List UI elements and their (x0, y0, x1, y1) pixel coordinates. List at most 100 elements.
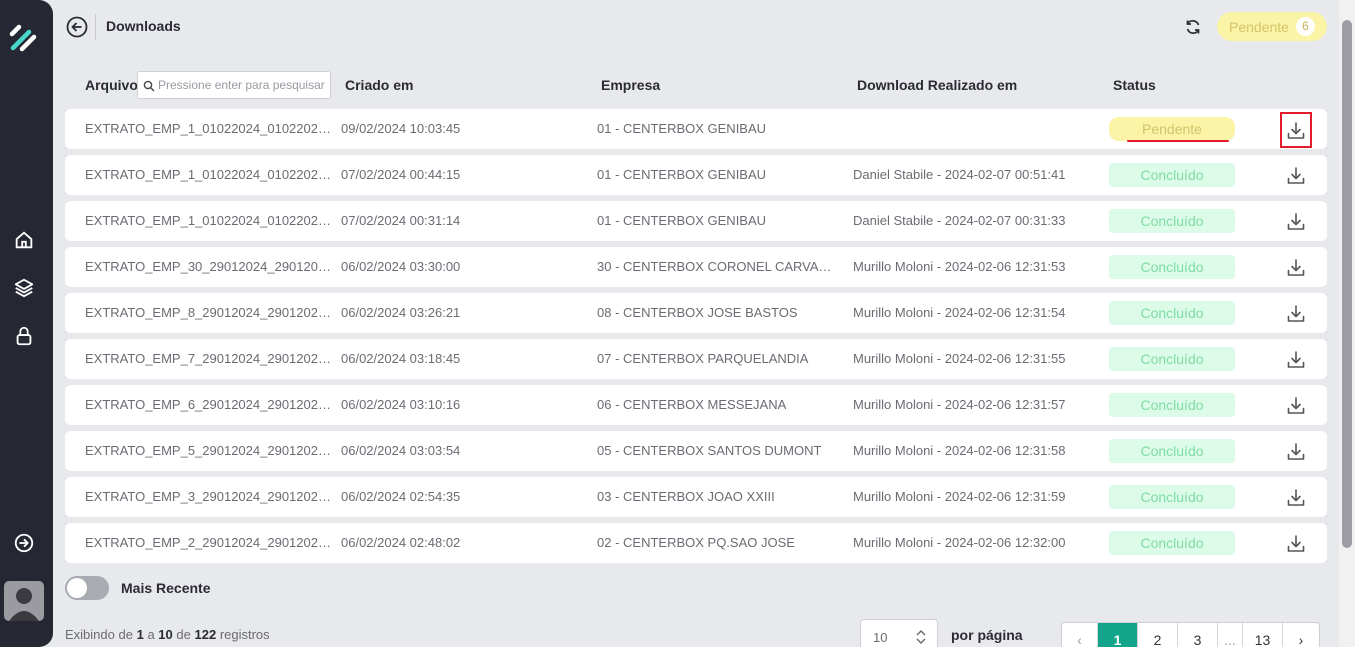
cell-company: 01 - CENTERBOX GENIBAU (597, 213, 767, 228)
cell-created: 06/02/2024 03:18:45 (341, 351, 461, 366)
most-recent-label: Mais Recente (121, 580, 211, 596)
logout-icon[interactable] (13, 532, 35, 554)
pending-count-badge: 6 (1296, 17, 1315, 36)
search-icon (143, 80, 155, 92)
page-button[interactable]: 2 (1138, 623, 1178, 647)
summary-of-word: de (176, 627, 191, 642)
cell-file: EXTRATO_EMP_6_29012024_29012024_PAGA... (85, 397, 333, 412)
download-button[interactable] (1281, 347, 1311, 377)
cell-file: EXTRATO_EMP_1_01022024_01022024_PAGA... (85, 167, 333, 182)
toggle-knob (67, 578, 87, 598)
cell-downloaded: Murillo Moloni - 2024-02-06 12:31:58 (853, 443, 1066, 458)
prev-page-chevron-left-icon[interactable]: ‹ (1062, 623, 1098, 647)
layers-icon[interactable] (13, 277, 35, 299)
cell-downloaded: Murillo Moloni - 2024-02-06 12:31:54 (853, 305, 1066, 320)
cell-created: 06/02/2024 03:03:54 (341, 443, 461, 458)
summary-to: 10 (158, 627, 173, 642)
cell-downloaded: Daniel Stabile - 2024-02-07 00:31:33 (853, 213, 1066, 228)
search-input[interactable] (158, 75, 328, 95)
status-badge: Concluído (1109, 531, 1235, 555)
summary-from: 1 (136, 627, 144, 642)
column-header-file[interactable]: Arquivo (85, 77, 138, 93)
download-button[interactable] (1280, 112, 1312, 148)
summary-prefix: Exibindo de (65, 627, 133, 642)
pending-filter-button[interactable]: Pendente 6 (1217, 12, 1327, 41)
download-button[interactable] (1281, 301, 1311, 331)
cell-created: 06/02/2024 02:54:35 (341, 489, 461, 504)
cell-created: 06/02/2024 02:48:02 (341, 535, 461, 550)
table-row[interactable]: EXTRATO_EMP_1_01022024_01022024_VENDAS 07… (65, 201, 1327, 241)
cell-company: 30 - CENTERBOX CORONEL CARVALHO (597, 259, 837, 274)
table-row[interactable]: EXTRATO_EMP_6_29012024_29012024_PAGA... 0… (65, 385, 1327, 425)
table-row[interactable]: EXTRATO_EMP_5_29012024_29012024_PAGA... 0… (65, 431, 1327, 471)
table-row[interactable]: EXTRATO_EMP_1_01022024_01022024_VENDAS 09… (65, 109, 1327, 149)
cell-company: 03 - CENTERBOX JOAO XXIII (597, 489, 775, 504)
table-row[interactable]: EXTRATO_EMP_2_29012024_29012024_PAGA... 0… (65, 523, 1327, 563)
back-arrow-icon[interactable] (66, 16, 88, 38)
top-bar: Downloads Pendente 6 (53, 0, 1339, 55)
page-ellipsis: ... (1218, 623, 1243, 647)
status-badge: Concluído (1109, 163, 1235, 187)
status-badge: Concluído (1109, 255, 1235, 279)
cell-file: EXTRATO_EMP_5_29012024_29012024_PAGA... (85, 443, 333, 458)
table-header: Arquivo Criado em Empresa Download Reali… (65, 68, 1327, 100)
cell-company: 02 - CENTERBOX PQ.SAO JOSE (597, 535, 795, 550)
next-page-chevron-right-icon[interactable]: › (1283, 623, 1319, 647)
cell-downloaded: Murillo Moloni - 2024-02-06 12:31:57 (853, 397, 1066, 412)
per-page-select[interactable]: 10 (860, 619, 938, 647)
cell-file: EXTRATO_EMP_8_29012024_29012024_PAGA... (85, 305, 333, 320)
app-logo[interactable] (7, 22, 39, 54)
column-header-downloaded[interactable]: Download Realizado em (857, 77, 1017, 93)
cell-company: 01 - CENTERBOX GENIBAU (597, 121, 767, 136)
download-button[interactable] (1281, 439, 1311, 469)
records-summary: Exibindo de 1 a 10 de 122 registros (65, 627, 270, 642)
home-icon[interactable] (13, 229, 35, 251)
cell-company: 08 - CENTERBOX JOSE BASTOS (597, 305, 798, 320)
download-button[interactable] (1281, 163, 1311, 193)
cell-created: 06/02/2024 03:10:16 (341, 397, 461, 412)
cell-created: 07/02/2024 00:44:15 (341, 167, 461, 182)
highlight-underline (1127, 140, 1229, 142)
search-box[interactable] (137, 71, 331, 99)
most-recent-toggle[interactable] (65, 576, 109, 600)
cell-file: EXTRATO_EMP_1_01022024_01022024_VENDAS (85, 121, 333, 136)
cell-created: 09/02/2024 10:03:45 (341, 121, 461, 136)
lock-icon[interactable] (13, 325, 35, 347)
sidebar (0, 0, 53, 647)
download-button[interactable] (1281, 531, 1311, 561)
download-button[interactable] (1281, 485, 1311, 515)
summary-to-word: a (147, 627, 155, 642)
cell-downloaded: Murillo Moloni - 2024-02-06 12:31:53 (853, 259, 1066, 274)
scrollbar-thumb[interactable] (1342, 20, 1352, 548)
scrollbar-track[interactable] (1339, 0, 1355, 647)
page-title: Downloads (106, 18, 181, 34)
avatar[interactable] (4, 581, 44, 621)
status-badge: Concluído (1109, 439, 1235, 463)
refresh-icon[interactable] (1184, 18, 1202, 36)
summary-total: 122 (194, 627, 217, 642)
cell-created: 07/02/2024 00:31:14 (341, 213, 461, 228)
table-row[interactable]: EXTRATO_EMP_1_01022024_01022024_PAGA... 0… (65, 155, 1327, 195)
summary-suffix: registros (219, 627, 270, 642)
cell-created: 06/02/2024 03:30:00 (341, 259, 461, 274)
cell-downloaded: Murillo Moloni - 2024-02-06 12:31:59 (853, 489, 1066, 504)
column-header-company[interactable]: Empresa (601, 77, 660, 93)
page-button[interactable]: 1 (1098, 623, 1138, 647)
table-row[interactable]: EXTRATO_EMP_8_29012024_29012024_PAGA... 0… (65, 293, 1327, 333)
column-header-created[interactable]: Criado em (345, 77, 413, 93)
table-row[interactable]: EXTRATO_EMP_30_29012024_29012024_PAG... 0… (65, 247, 1327, 287)
cell-downloaded: Daniel Stabile - 2024-02-07 00:51:41 (853, 167, 1066, 182)
download-button[interactable] (1281, 209, 1311, 239)
table-row[interactable]: EXTRATO_EMP_7_29012024_29012024_PAGA... 0… (65, 339, 1327, 379)
cell-company: 07 - CENTERBOX PARQUELANDIA (597, 351, 809, 366)
page-button[interactable]: 3 (1178, 623, 1218, 647)
status-badge: Pendente (1109, 117, 1235, 141)
download-button[interactable] (1281, 255, 1311, 285)
status-badge: Concluído (1109, 209, 1235, 233)
page-button[interactable]: 13 (1243, 623, 1283, 647)
table-row[interactable]: EXTRATO_EMP_3_29012024_29012024_PAGA... 0… (65, 477, 1327, 517)
download-button[interactable] (1281, 393, 1311, 423)
status-badge: Concluído (1109, 347, 1235, 371)
status-badge: Concluído (1109, 393, 1235, 417)
column-header-status[interactable]: Status (1113, 77, 1156, 93)
